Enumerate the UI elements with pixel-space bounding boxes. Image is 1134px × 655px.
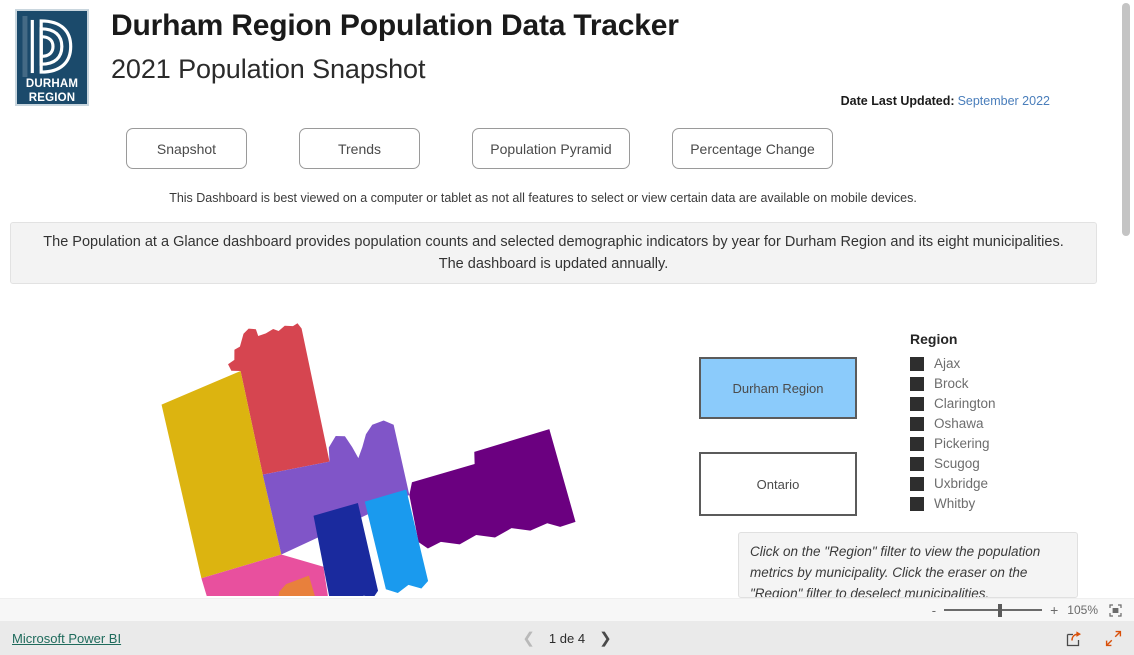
report-canvas: DURHAM REGION Durham Region Population D… <box>0 0 1134 598</box>
durham-region-choropleth-map[interactable] <box>150 296 670 596</box>
report-footer: Microsoft Power BI ❮ 1 de 4 ❯ <box>0 621 1134 655</box>
legend-label-clarington: Clarington <box>934 396 996 411</box>
legend-item-ajax[interactable]: Ajax <box>910 354 1100 374</box>
page-subtitle: 2021 Population Snapshot <box>111 54 426 84</box>
fit-to-page-icon[interactable] <box>1109 603 1122 617</box>
nav-button-trends[interactable]: Trends <box>299 128 420 169</box>
legend-swatch-icon <box>910 417 924 431</box>
chevron-right-icon[interactable]: ❯ <box>599 631 612 646</box>
vertical-scrollbar-thumb[interactable] <box>1122 3 1130 236</box>
nav-button-percentage-change[interactable]: Percentage Change <box>672 128 833 169</box>
chevron-left-icon[interactable]: ❮ <box>522 631 535 646</box>
report-header: DURHAM REGION Durham Region Population D… <box>0 0 1110 120</box>
dashboard-description-text: The Population at a Glance dashboard pro… <box>43 234 1064 272</box>
region-filter-instruction-text: Click on the "Region" filter to view the… <box>750 544 1041 598</box>
legend-item-brock[interactable]: Brock <box>910 374 1100 394</box>
page-indicator-label: 1 de 4 <box>548 630 586 646</box>
nav-button-snapshot[interactable]: Snapshot <box>126 128 247 169</box>
power-bi-report-viewer: DURHAM REGION Durham Region Population D… <box>0 0 1134 655</box>
legend-swatch-icon <box>910 397 924 411</box>
legend-swatch-icon <box>910 497 924 511</box>
share-icon[interactable] <box>1066 630 1083 647</box>
legend-swatch-icon <box>910 437 924 451</box>
mobile-device-notice: This Dashboard is best viewed on a compu… <box>169 191 917 205</box>
zoom-out-button[interactable]: - <box>932 604 936 617</box>
legend-title: Region <box>910 331 958 347</box>
legend-item-whitby[interactable]: Whitby <box>910 494 1100 514</box>
legend-label-uxbridge: Uxbridge <box>934 476 989 491</box>
dashboard-description-panel: The Population at a Glance dashboard pro… <box>10 222 1097 284</box>
durham-region-logo: DURHAM REGION <box>15 9 89 106</box>
report-nav-buttons: Snapshot Trends Population Pyramid Perce… <box>0 128 1110 172</box>
zoom-in-button[interactable]: + <box>1050 603 1058 617</box>
legend-label-oshawa: Oshawa <box>934 416 984 431</box>
region-toggle-durham-region[interactable]: Durham Region <box>699 357 857 419</box>
page-title: Durham Region Population Data Tracker <box>111 9 679 42</box>
page-navigation: ❮ 1 de 4 ❯ <box>0 631 1134 646</box>
vertical-scrollbar[interactable] <box>1118 0 1134 598</box>
date-last-updated-value: September 2022 <box>957 94 1050 108</box>
legend-item-clarington[interactable]: Clarington <box>910 394 1100 414</box>
legend-label-brock: Brock <box>934 376 969 391</box>
region-filter-instruction-box: Click on the "Region" filter to view the… <box>738 532 1078 598</box>
legend-label-scugog: Scugog <box>934 456 980 471</box>
map-region-clarington <box>409 429 576 549</box>
region-legend: Region Ajax Brock Clarington Oshawa Pick… <box>910 330 1100 514</box>
date-last-updated: Date Last Updated: September 2022 <box>841 94 1050 108</box>
legend-label-pickering: Pickering <box>934 436 990 451</box>
zoom-slider-track <box>944 609 1043 611</box>
logo-text-region: REGION <box>28 91 76 104</box>
zoom-slider[interactable] <box>944 603 1043 617</box>
footer-action-buttons <box>1066 630 1122 647</box>
legend-item-oshawa[interactable]: Oshawa <box>910 414 1100 434</box>
date-last-updated-label: Date Last Updated: <box>840 94 955 108</box>
logo-text-durham: DURHAM <box>25 78 79 90</box>
legend-item-uxbridge[interactable]: Uxbridge <box>910 474 1100 494</box>
region-toggle-ontario[interactable]: Ontario <box>699 452 857 516</box>
fullscreen-icon[interactable] <box>1105 630 1122 647</box>
legend-swatch-icon <box>910 357 924 371</box>
legend-label-ajax: Ajax <box>934 356 961 371</box>
legend-label-whitby: Whitby <box>934 496 976 511</box>
zoom-slider-handle[interactable] <box>998 604 1003 617</box>
zoom-level-label: 105% <box>1067 603 1098 617</box>
nav-button-population-pyramid[interactable]: Population Pyramid <box>472 128 630 169</box>
legend-swatch-icon <box>910 457 924 471</box>
legend-swatch-icon <box>910 477 924 491</box>
legend-item-pickering[interactable]: Pickering <box>910 434 1100 454</box>
legend-swatch-icon <box>910 377 924 391</box>
zoom-toolbar: - + 105% <box>0 598 1134 621</box>
legend-item-scugog[interactable]: Scugog <box>910 454 1100 474</box>
